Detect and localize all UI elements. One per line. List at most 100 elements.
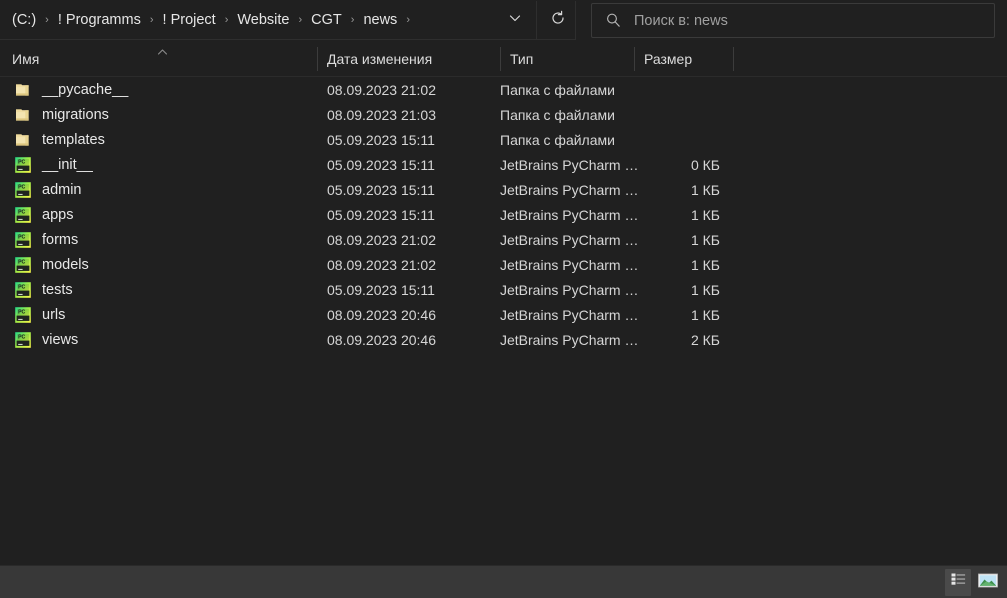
file-row[interactable]: __pycache__ 08.09.2023 21:02 Папка с файла… (0, 77, 1007, 102)
file-date-label: 05.09.2023 15:11 (327, 131, 435, 148)
file-row[interactable]: PC apps 05.09.2023 15:11 JetBrains PyCharm … (0, 202, 1007, 227)
file-name-cell: PC apps (0, 206, 317, 224)
column-divider (634, 47, 635, 71)
file-row[interactable]: PC views 08.09.2023 20:46 JetBrains PyCharm… (0, 327, 1007, 352)
svg-text:PC: PC (18, 159, 25, 165)
search-icon (605, 12, 622, 29)
file-name-cell: PC views (0, 331, 317, 349)
file-name-cell: migrations (0, 106, 317, 124)
address-bar[interactable]: (C:) ›! Programms ›! Project › Website › CGT › n… (0, 1, 576, 40)
file-size-cell: 1 КБ (634, 257, 720, 273)
file-explorer-window: (C:) ›! Programms ›! Project › Website › CGT › n… (0, 0, 1007, 598)
file-type-cell: JetBrains PyCharm … (500, 232, 638, 248)
file-row[interactable]: PC urls 08.09.2023 20:46 JetBrains PyCharm … (0, 302, 1007, 327)
file-type-cell: Папка с файлами (500, 82, 634, 98)
column-header-name[interactable]: Имя (0, 41, 317, 77)
file-size-cell: 1 КБ (634, 307, 720, 323)
file-name-cell: PC models (0, 256, 317, 274)
file-type-label: Папка с файлами (500, 106, 615, 123)
file-list[interactable]: __pycache__ 08.09.2023 21:02 Папка с файла… (0, 77, 1007, 565)
breadcrumb-separator-icon[interactable]: › (220, 14, 234, 26)
file-name-cell: PC tests (0, 281, 317, 299)
file-size-cell: 1 КБ (634, 282, 720, 298)
file-type-cell: Папка с файлами (500, 132, 634, 148)
file-type-cell: JetBrains PyCharm … (500, 307, 638, 323)
column-header-overflow[interactable] (733, 41, 743, 77)
breadcrumb: (C:) ›! Programms ›! Project › Website › CGT › n… (0, 1, 575, 39)
file-size-cell: 0 КБ (634, 157, 720, 173)
file-row[interactable]: PC __init__ 05.09.2023 15:11 JetBrains PyCh… (0, 152, 1007, 177)
file-type-cell: JetBrains PyCharm … (500, 257, 638, 273)
breadcrumb-item[interactable]: news (359, 8, 401, 33)
file-row[interactable]: templates 05.09.2023 15:11 Папка с файлами (0, 127, 1007, 152)
large-icons-view-icon (977, 571, 999, 595)
breadcrumb-item[interactable]: (C:) (8, 8, 40, 33)
file-date-cell: 08.09.2023 20:46 (317, 332, 500, 348)
file-size-label: 1 КБ (690, 181, 720, 198)
file-date-cell: 08.09.2023 21:02 (317, 257, 500, 273)
breadcrumb-separator-icon[interactable]: › (145, 14, 159, 26)
file-date-label: 08.09.2023 20:46 (327, 331, 436, 348)
refresh-button[interactable] (536, 1, 578, 40)
search-input[interactable] (634, 12, 994, 29)
file-size-cell: 2 КБ (634, 332, 720, 348)
file-date-cell: 05.09.2023 15:11 (317, 132, 500, 148)
column-header-size-label: Размер (644, 51, 693, 67)
search-box[interactable] (591, 3, 995, 38)
file-type-cell: JetBrains PyCharm … (500, 157, 638, 173)
breadcrumb-separator-icon[interactable]: › (40, 14, 54, 26)
file-size-label: 1 КБ (690, 256, 720, 273)
file-date-label: 08.09.2023 21:02 (327, 256, 436, 273)
file-date-cell: 08.09.2023 20:46 (317, 307, 500, 323)
breadcrumb-item[interactable]: CGT (307, 8, 346, 33)
file-name-label: tests (42, 281, 73, 298)
folder-icon (14, 106, 32, 124)
column-header-date-modified[interactable]: Дата изменения (317, 41, 500, 77)
breadcrumb-separator-icon[interactable]: › (346, 14, 360, 26)
file-size-cell: 1 КБ (634, 232, 720, 248)
file-type-label: JetBrains PyCharm … (500, 231, 639, 248)
refresh-icon (550, 10, 566, 31)
column-header-row: Имя Дата изменения Тип Размер (0, 41, 1007, 77)
large-icons-view-button[interactable] (975, 569, 1001, 596)
file-name-cell: PC urls (0, 306, 317, 324)
breadcrumb-item[interactable]: ! Project (159, 8, 220, 33)
file-type-label: JetBrains PyCharm … (500, 331, 639, 348)
folder-icon (14, 131, 32, 149)
file-name-label: forms (42, 231, 79, 248)
file-name-label: apps (42, 206, 74, 223)
file-name-label: views (42, 331, 79, 348)
file-name-cell: PC admin (0, 181, 317, 199)
breadcrumb-item[interactable]: Website (233, 8, 293, 33)
status-bar (0, 565, 1007, 598)
breadcrumb-separator-icon[interactable]: › (294, 14, 308, 26)
column-header-size[interactable]: Размер (634, 41, 733, 77)
file-size-label: 1 КБ (690, 231, 720, 248)
file-name-label: templates (42, 131, 105, 148)
file-name-cell: __pycache__ (0, 81, 317, 99)
file-row[interactable]: PC tests 05.09.2023 15:11 JetBrains PyCharm… (0, 277, 1007, 302)
breadcrumb-separator-icon[interactable]: › (401, 14, 415, 26)
file-date-cell: 08.09.2023 21:02 (317, 232, 500, 248)
file-name-cell: PC forms (0, 231, 317, 249)
file-size-cell: 1 КБ (634, 182, 720, 198)
file-row[interactable]: PC admin 05.09.2023 15:11 JetBrains PyCharm… (0, 177, 1007, 202)
svg-text:PC: PC (18, 259, 25, 265)
file-row[interactable]: PC models 08.09.2023 21:02 JetBrains PyChar… (0, 252, 1007, 277)
file-row[interactable]: PC forms 08.09.2023 21:02 JetBrains PyCharm… (0, 227, 1007, 252)
column-header-type-label: Тип (510, 51, 534, 67)
breadcrumb-item[interactable]: ! Programms (54, 8, 145, 33)
pycharm-icon: PC (14, 331, 32, 349)
file-name-cell: PC __init__ (0, 156, 317, 174)
file-size-cell: 1 КБ (634, 207, 720, 223)
column-header-type[interactable]: Тип (500, 41, 634, 77)
details-view-button[interactable] (945, 569, 971, 596)
file-size-label: 1 КБ (690, 206, 720, 223)
address-history-button[interactable] (494, 1, 536, 40)
svg-text:PC: PC (18, 234, 25, 240)
pycharm-icon: PC (14, 181, 32, 199)
file-date-label: 08.09.2023 21:02 (327, 231, 436, 248)
file-size-label: 1 КБ (690, 281, 720, 298)
file-row[interactable]: migrations 08.09.2023 21:03 Папка с файлам… (0, 102, 1007, 127)
file-date-label: 05.09.2023 15:11 (327, 281, 435, 298)
